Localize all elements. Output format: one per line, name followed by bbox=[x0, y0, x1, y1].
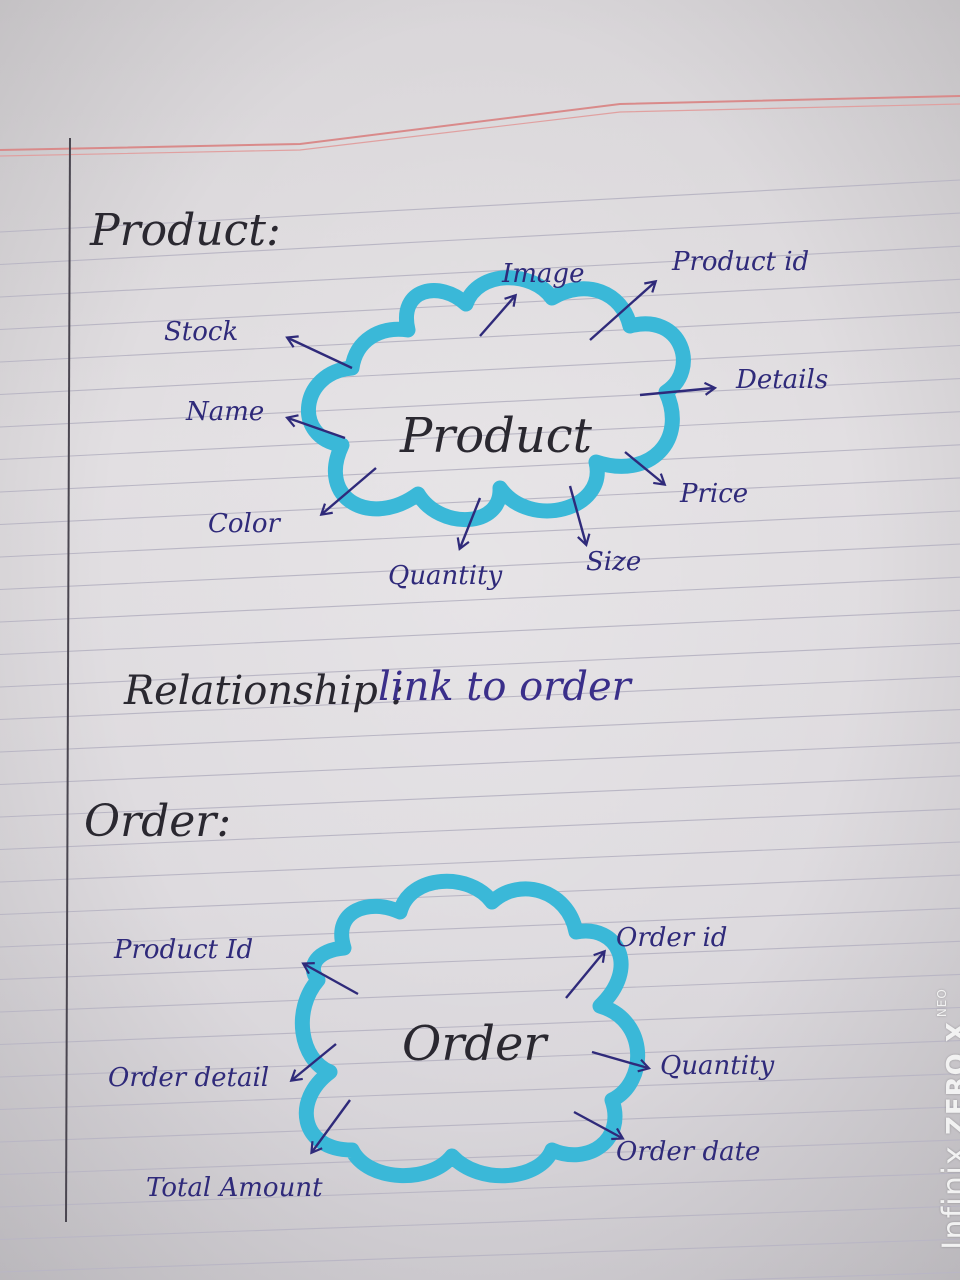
order-attr-product-id: Product Id bbox=[113, 935, 253, 965]
order-attr-order-id: Order id bbox=[616, 923, 727, 953]
ruled-lines bbox=[0, 179, 960, 1280]
rule-line bbox=[0, 609, 960, 656]
margin-line bbox=[65, 137, 71, 1223]
product-attr-product-id: Product id bbox=[671, 247, 809, 277]
order-attr-total-amount: Total Amount bbox=[146, 1173, 323, 1203]
watermark-edition: NEO bbox=[935, 988, 949, 1018]
product-attr-name: Name bbox=[185, 397, 264, 427]
product-heading: Product: bbox=[89, 205, 281, 256]
arrow-to-image bbox=[479, 293, 518, 337]
arrow-to-stock bbox=[285, 335, 353, 370]
relationship-value: link to order bbox=[378, 664, 634, 710]
product-attr-price: Price bbox=[679, 479, 748, 509]
product-attr-stock: Stock bbox=[164, 317, 238, 347]
camera-watermark: Infinix ZERO X NEO bbox=[935, 988, 960, 1250]
order-attr-order-date: Order date bbox=[616, 1137, 760, 1167]
notebook-page: Product: Product Image Product id Stock … bbox=[0, 95, 960, 1280]
relationship-label: Relationship : bbox=[123, 668, 404, 714]
rule-line bbox=[0, 742, 960, 786]
product-center-label: Product bbox=[399, 408, 593, 464]
rule-line bbox=[0, 973, 960, 1013]
product-cloud bbox=[301, 270, 691, 528]
rule-line bbox=[0, 1106, 960, 1143]
rule-line bbox=[0, 311, 960, 363]
product-attr-color: Color bbox=[208, 509, 282, 539]
order-heading: Order: bbox=[84, 796, 231, 847]
order-attr-order-detail: Order detail bbox=[108, 1063, 269, 1093]
header-red-line-2 bbox=[0, 103, 960, 157]
product-attr-size: Size bbox=[586, 547, 641, 577]
rule-line bbox=[0, 841, 960, 883]
rule-line bbox=[0, 709, 960, 753]
order-attr-quantity: Quantity bbox=[660, 1051, 775, 1081]
order-center-label: Order bbox=[402, 1016, 549, 1072]
watermark-brand: Infinix bbox=[935, 1145, 960, 1250]
rule-line bbox=[0, 1205, 960, 1241]
rule-line bbox=[0, 1238, 960, 1273]
product-attr-image: Image bbox=[501, 259, 584, 289]
watermark-model: ZERO X bbox=[942, 1021, 960, 1136]
product-attr-quantity: Quantity bbox=[388, 561, 503, 591]
header-red-line bbox=[0, 95, 960, 151]
rule-line bbox=[714, 1271, 960, 1280]
product-attr-details: Details bbox=[735, 365, 828, 395]
arrow-to-order-id bbox=[565, 949, 606, 999]
